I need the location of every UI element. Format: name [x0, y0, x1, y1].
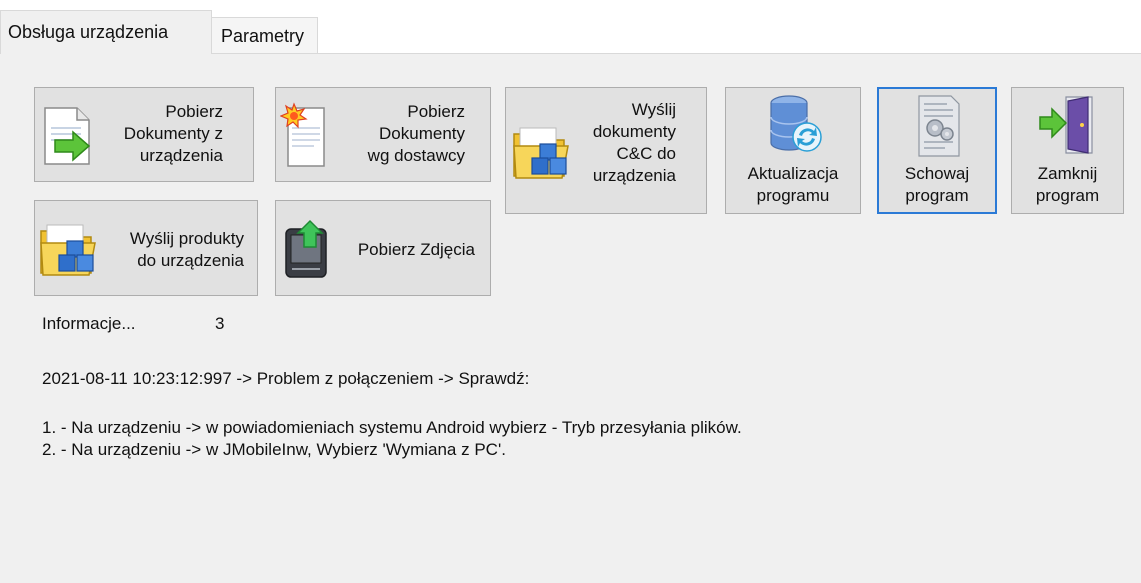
document-gears-icon — [915, 94, 963, 164]
document-starburst-icon — [279, 102, 330, 174]
door-exit-icon — [1038, 93, 1098, 161]
info-count: 3 — [215, 314, 225, 333]
hide-program-button[interactable]: Schowaj program — [877, 87, 997, 214]
tab-strip: Obsługa urządzenia Parametry — [0, 0, 1141, 54]
update-label-2: programu — [756, 186, 830, 205]
send-cc-label-4: urządzenia — [592, 166, 676, 185]
info-message: 2021-08-11 10:23:12:997 -> Problem z poł… — [42, 369, 530, 388]
tab-parameters[interactable]: Parametry — [211, 17, 318, 54]
info-label: Informacje... — [42, 314, 136, 333]
info-step-2: 2. - Na urządzeniu -> w JMobileInw, Wybi… — [42, 440, 506, 459]
database-sync-icon — [767, 93, 823, 163]
download-documents-label-3: urządzenia — [139, 146, 223, 165]
download-photos-button[interactable]: Pobierz Zdjęcia — [275, 200, 491, 296]
close-label-2: program — [1035, 186, 1100, 205]
send-cc-documents-button[interactable]: Wyślij dokumenty C&C do urządzenia — [505, 87, 707, 214]
folder-cubes-icon — [39, 221, 101, 283]
update-program-button[interactable]: Aktualizacja programu — [725, 87, 861, 214]
tab-device-service[interactable]: Obsługa urządzenia — [0, 10, 212, 54]
main-panel: Pobierz Dokumenty z urządzenia Pobierz D… — [0, 54, 1141, 583]
send-products-label-1: Wyślij produkty — [129, 229, 244, 248]
document-green-arrow-icon — [41, 106, 97, 172]
send-cc-label-2: dokumenty — [592, 122, 676, 141]
close-label-1: Zamknij — [1037, 164, 1098, 183]
folder-cubes-icon — [512, 124, 574, 186]
download-photos-label: Pobierz Zdjęcia — [357, 240, 475, 259]
hide-label-1: Schowaj — [904, 164, 970, 183]
send-products-button[interactable]: Wyślij produkty do urządzenia — [34, 200, 258, 296]
download-supplier-documents-button[interactable]: Pobierz Dokumenty wg dostawcy — [275, 87, 491, 182]
update-label-1: Aktualizacja — [747, 164, 839, 183]
send-cc-label-3: C&C do — [616, 144, 676, 163]
download-documents-button[interactable]: Pobierz Dokumenty z urządzenia — [34, 87, 254, 182]
send-products-label-2: do urządzenia — [137, 251, 244, 270]
download-supplier-label-1: Pobierz — [407, 102, 465, 121]
hide-label-2: program — [905, 186, 969, 205]
send-cc-label-1: Wyślij — [631, 100, 676, 119]
download-supplier-label-2: Dokumenty — [379, 124, 465, 143]
download-documents-label-2: Dokumenty z — [123, 124, 223, 143]
download-documents-label-1: Pobierz — [165, 102, 223, 121]
info-step-1: 1. - Na urządzeniu -> w powiadomieniach … — [42, 418, 742, 437]
download-supplier-label-3: wg dostawcy — [367, 146, 465, 165]
device-upload-icon — [282, 219, 332, 285]
close-program-button[interactable]: Zamknij program — [1011, 87, 1124, 214]
